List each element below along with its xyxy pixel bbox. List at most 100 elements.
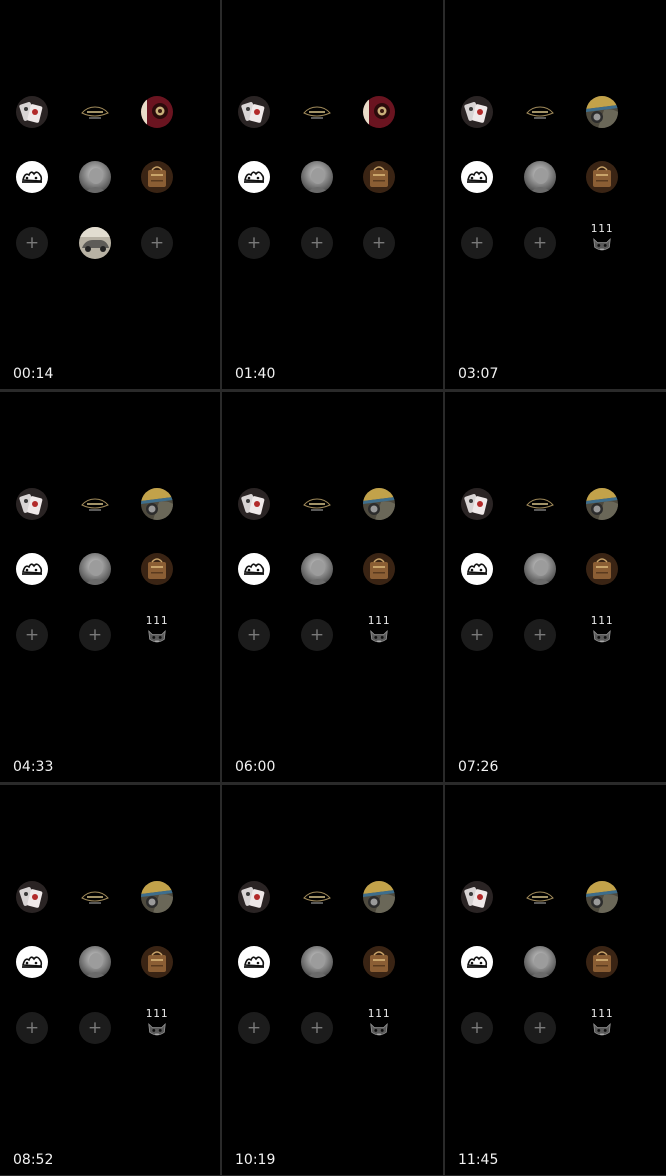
frame-timestamp: 00:14 [13,366,54,382]
car-logo-icon[interactable] [79,96,111,128]
add-slot-button[interactable]: + [238,227,270,259]
brown-bag-avatar[interactable] [363,161,395,193]
icon-grid: + +111 [16,880,203,1060]
brown-bag-avatar[interactable] [586,553,618,585]
number-badge-avatar[interactable]: 111 [141,615,173,655]
add-slot-button[interactable]: + [16,1012,48,1044]
add-slot-button[interactable]: + [363,227,395,259]
green-car-avatar[interactable] [586,881,618,913]
white-badge-avatar[interactable] [238,161,270,193]
number-badge-label: 111 [590,222,614,235]
add-slot-button[interactable]: + [461,619,493,651]
white-badge-avatar[interactable] [238,553,270,585]
grey-portrait-avatar[interactable] [524,946,556,978]
icon-grid: + +111 [16,487,203,667]
frame-panel-9: + +111 11:45 [445,785,666,1175]
number-badge-avatar[interactable]: 111 [363,1008,395,1048]
grey-portrait-avatar[interactable] [79,553,111,585]
green-car-avatar[interactable] [141,881,173,913]
white-badge-avatar[interactable] [16,553,48,585]
cards-avatar[interactable] [238,96,270,128]
grey-portrait-avatar[interactable] [301,946,333,978]
white-badge-avatar[interactable] [16,161,48,193]
frame-timestamp: 03:07 [458,366,499,382]
car-logo-icon[interactable] [79,881,111,913]
green-car-avatar[interactable] [141,488,173,520]
grey-portrait-avatar[interactable] [301,553,333,585]
grey-portrait-avatar[interactable] [524,553,556,585]
brown-bag-avatar[interactable] [141,553,173,585]
car-logo-icon[interactable] [301,488,333,520]
cards-avatar[interactable] [16,881,48,913]
cards-avatar[interactable] [461,96,493,128]
cards-avatar[interactable] [238,488,270,520]
frame-panel-6: + +111 07:26 [445,392,666,782]
add-slot-button[interactable]: + [524,619,556,651]
brown-bag-avatar[interactable] [141,161,173,193]
white-badge-avatar[interactable] [238,946,270,978]
number-badge-avatar[interactable]: 111 [586,1008,618,1048]
cat-skull-icon [593,238,611,251]
add-slot-button[interactable]: + [524,1012,556,1044]
add-slot-button[interactable]: + [524,227,556,259]
add-slot-button[interactable]: + [461,227,493,259]
brown-bag-avatar[interactable] [141,946,173,978]
brown-bag-avatar[interactable] [363,553,395,585]
icon-grid: + + [16,95,203,275]
number-badge-avatar[interactable]: 111 [141,1008,173,1048]
grey-portrait-avatar[interactable] [79,161,111,193]
brown-bag-avatar[interactable] [586,946,618,978]
add-slot-button[interactable]: + [301,619,333,651]
number-badge-avatar[interactable]: 111 [586,615,618,655]
add-slot-button[interactable]: + [301,227,333,259]
add-slot-button[interactable]: + [16,227,48,259]
cards-avatar[interactable] [16,488,48,520]
add-slot-button[interactable]: + [238,619,270,651]
cat-skull-icon [593,630,611,643]
add-slot-button[interactable]: + [301,1012,333,1044]
green-car-avatar[interactable] [363,881,395,913]
red-speaker-avatar[interactable] [141,96,173,128]
frame-timestamp: 11:45 [458,1152,499,1168]
green-car-avatar[interactable] [586,96,618,128]
number-badge-avatar[interactable]: 111 [363,615,395,655]
frame-timestamp: 01:40 [235,366,276,382]
add-slot-button[interactable]: + [16,619,48,651]
grey-portrait-avatar[interactable] [524,161,556,193]
white-badge-avatar[interactable] [461,553,493,585]
add-slot-button[interactable]: + [238,1012,270,1044]
car-logo-icon[interactable] [79,488,111,520]
brown-bag-avatar[interactable] [363,946,395,978]
frame-panel-4: + +111 04:33 [0,392,220,782]
grey-portrait-avatar[interactable] [301,161,333,193]
add-slot-button[interactable]: + [141,227,173,259]
grey-portrait-avatar[interactable] [79,946,111,978]
car-logo-icon[interactable] [524,96,556,128]
cat-skull-icon [148,1023,166,1036]
cards-avatar[interactable] [16,96,48,128]
number-badge-avatar[interactable]: 111 [586,223,618,263]
car-logo-icon[interactable] [524,881,556,913]
frame-grid: + + 00:14 + + + 01:40 + +111 03:07 + +111 04:… [0,0,666,1176]
add-slot-button[interactable]: + [79,619,111,651]
frame-panel-2: + + + 01:40 [222,0,443,389]
cards-avatar[interactable] [238,881,270,913]
cards-avatar[interactable] [461,488,493,520]
number-badge-label: 111 [590,1007,614,1020]
add-slot-button[interactable]: + [79,1012,111,1044]
brown-bag-avatar[interactable] [586,161,618,193]
white-badge-avatar[interactable] [16,946,48,978]
green-car-avatar[interactable] [586,488,618,520]
white-badge-avatar[interactable] [461,946,493,978]
cat-skull-icon [370,630,388,643]
red-speaker-avatar[interactable] [363,96,395,128]
white-badge-avatar[interactable] [461,161,493,193]
add-slot-button[interactable]: + [461,1012,493,1044]
silver-car-avatar[interactable] [79,227,111,259]
car-logo-icon[interactable] [524,488,556,520]
car-logo-icon[interactable] [301,881,333,913]
cards-avatar[interactable] [461,881,493,913]
number-badge-label: 111 [590,614,614,627]
car-logo-icon[interactable] [301,96,333,128]
green-car-avatar[interactable] [363,488,395,520]
